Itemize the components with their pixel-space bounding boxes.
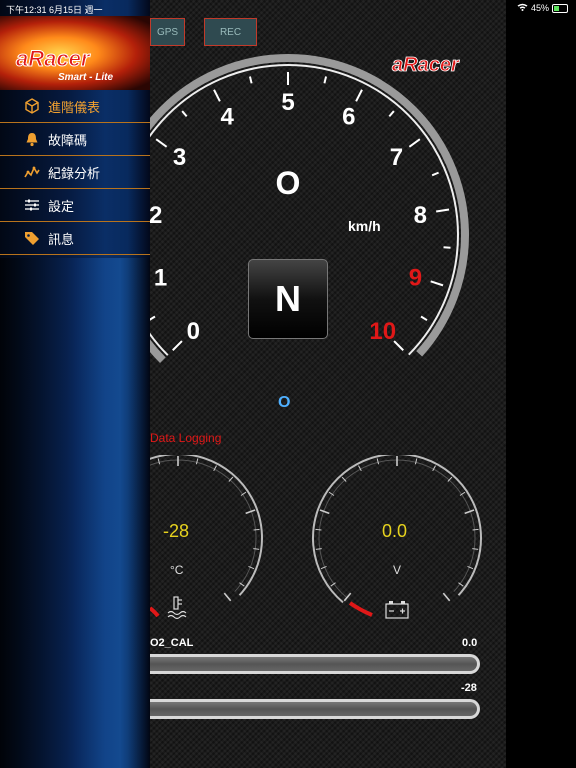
bar-value-o2cal: 0.0 [462,637,478,649]
tach-tick [431,171,439,177]
sidebar-background [0,258,150,768]
tag-icon [24,230,40,246]
tach-tick [172,340,183,351]
small-gauges [150,455,482,623]
voltage-value: 0.0 [382,521,408,541]
temperature-redzone [150,606,160,618]
gauge-tick [464,509,475,515]
sidebar-drawer: aRacer Smart - Lite 進階儀表 故障碼 紀錄分析 設定 訊息 [0,0,150,768]
sidebar-item-label: 設定 [48,198,75,214]
gauge-tick [157,458,161,465]
gauge-tick [414,458,418,465]
sidebar-menu: 進階儀表 故障碼 紀錄分析 設定 訊息 [0,90,150,255]
tach-tick [213,89,221,102]
gauge-tick [442,592,451,602]
tach-tick [323,76,328,84]
sidebar-item-settings[interactable]: 設定 [0,189,150,222]
tach-tick [355,89,363,102]
tach-number: 10 [369,318,396,345]
gear-value: N [275,278,301,319]
sidebar-item-fault-codes[interactable]: 故障碼 [0,123,150,156]
gauge-tick [253,548,260,550]
sidebar-brand: aRacer [16,46,91,71]
sidebar-logo-area: aRacer Smart - Lite [0,16,150,90]
tach-tick [408,138,421,148]
tach-number: 1 [154,264,167,291]
analytics-icon [24,164,40,180]
tach-tick [248,76,253,84]
tach-number: 9 [409,264,422,291]
temperature-value: -28 [163,521,190,541]
tach-tick [430,280,444,287]
temperature-unit: °C [170,563,184,577]
tach-tick [420,315,428,322]
voltage-redzone [348,601,373,617]
tach-number: 5 [281,89,294,116]
gauge-tick [248,566,255,570]
tach-number: 6 [342,104,355,131]
sidebar-item-advanced-dashboard[interactable]: 進階儀表 [0,90,150,123]
coolant-temp-icon [167,596,187,620]
tach-number: 8 [414,202,427,229]
gps-button-label: GPS [156,26,179,38]
tach-outer-ring [150,53,469,410]
gauge-tick [320,566,327,570]
second-bar [150,699,480,719]
gauge-tick [223,592,232,602]
bar-value-second: -28 [461,682,477,694]
tach-tick [443,246,451,249]
tachometer: 01 2 3 4 5 6 7 8 9 10 [150,53,469,410]
speed-readout: O [275,165,301,201]
gps-button[interactable]: GPS [150,18,185,46]
battery-icon [385,601,409,619]
data-logging-label: Data Logging [150,431,222,445]
bell-icon [24,131,40,147]
speed-unit: km/h [348,218,381,234]
sidebar-brand-sub: Smart - Lite [58,72,113,83]
rec-button-label: REC [219,26,242,38]
sidebar-item-label: 訊息 [48,231,75,247]
status-bar: 下午12:31 6月15日 週一 45% [0,0,576,16]
tach-tick [388,110,395,118]
gauge-tick [472,548,479,550]
sliders-icon [24,197,40,213]
tach-tick [435,208,450,213]
status-indicator: O [278,394,291,411]
gauge-tick [195,458,199,465]
gauge-tick [319,509,330,515]
gauge-tick [245,509,256,515]
sidebar-item-messages[interactable]: 訊息 [0,222,150,255]
gauge-tick [315,528,322,531]
gauge-tick [253,528,260,531]
o2cal-bar [150,654,480,674]
sidebar-item-label: 紀錄分析 [48,165,101,181]
gauge-tick [376,458,380,465]
gear-indicator: N [248,259,328,339]
sidebar-item-label: 故障碼 [48,132,88,148]
wifi-icon [517,3,528,13]
sidebar-item-log-analysis[interactable]: 紀錄分析 [0,156,150,189]
tach-number: 3 [173,144,186,171]
gauge-tick [472,528,479,531]
tach-number: 0 [187,318,200,345]
tach-number: 7 [390,144,403,171]
sidebar-item-label: 進階儀表 [48,99,101,115]
tach-number: 4 [220,104,234,131]
voltage-unit: V [393,563,402,577]
battery-indicator-icon [552,3,568,13]
tach-tick [181,110,188,118]
status-time-date: 下午12:31 6月15日 週一 [6,5,103,15]
tach-tick [155,138,168,148]
tach-inner-ring [150,63,459,406]
tach-number: 2 [150,202,162,229]
cube-icon [24,98,40,114]
gauge-tick [315,548,322,550]
gauge-tick [467,566,474,570]
battery-percent: 45% [530,3,549,13]
bar-label-o2cal: O2_CAL [150,637,194,649]
right-margin [506,0,576,768]
tach-tick [150,315,156,321]
rec-button[interactable]: REC [204,18,257,46]
